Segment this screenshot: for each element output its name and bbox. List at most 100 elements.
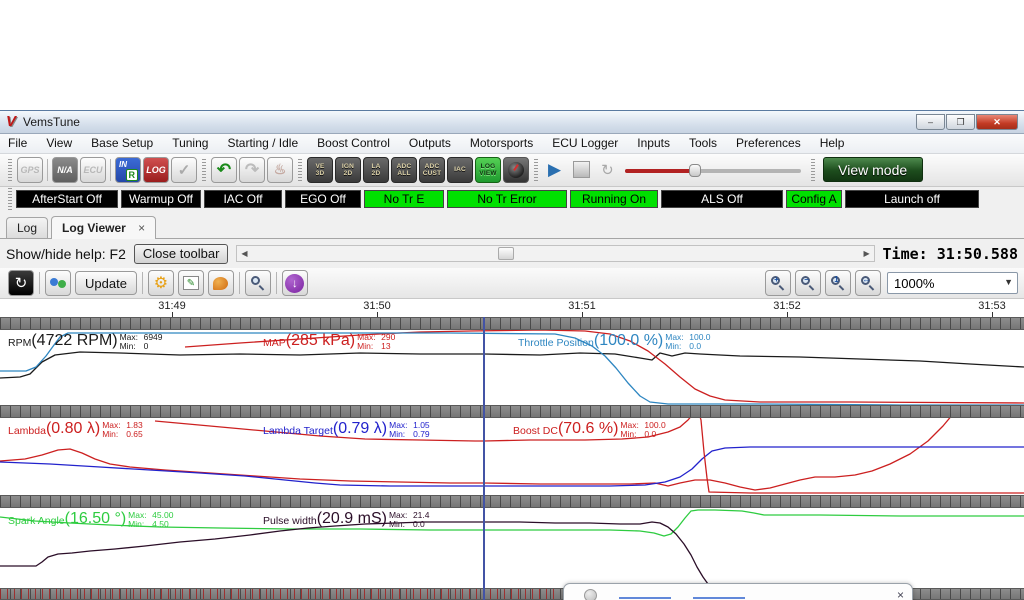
menu-item-preferences[interactable]: Preferences: [736, 136, 801, 150]
menu-item-tools[interactable]: Tools: [689, 136, 717, 150]
toolbar-button-adc-cust[interactable]: ADCCUST: [419, 157, 445, 183]
zoom-fit-button[interactable]: ↔: [855, 270, 881, 296]
toolbar-grip[interactable]: [298, 159, 302, 181]
zoom-out-button[interactable]: −: [795, 270, 821, 296]
toolbar-grip[interactable]: [8, 188, 12, 210]
status-launch-off: Launch off: [845, 190, 979, 208]
bottom-popup[interactable]: ×: [563, 583, 913, 600]
log-button[interactable]: LOG: [143, 157, 169, 183]
title-bar[interactable]: V VemsTune – ❐ ✕: [0, 111, 1024, 134]
chart-panels[interactable]: RPM(4722 RPM)Max:6949Min:0MAP(285 kPa)Ma…: [0, 317, 1024, 600]
loop-button[interactable]: ↻: [601, 161, 614, 179]
tab-log[interactable]: Log: [6, 217, 48, 238]
menu-item-motorsports[interactable]: Motorsports: [470, 136, 533, 150]
gauge-view-button[interactable]: [503, 157, 529, 183]
menu-item-file[interactable]: File: [8, 136, 27, 150]
toolbar-button-ve-3d[interactable]: VE3D: [307, 157, 333, 183]
na-button[interactable]: N/A: [52, 157, 78, 183]
tab-log-viewer[interactable]: Log Viewer ×: [51, 216, 156, 239]
panel2-traces: [0, 418, 1024, 495]
zoom-in-icon: +: [771, 276, 785, 290]
menu-item-help[interactable]: Help: [820, 136, 845, 150]
update-button[interactable]: Update: [75, 271, 137, 295]
menu-item-inputs[interactable]: Inputs: [637, 136, 670, 150]
time-tick-label: 31:50: [363, 300, 391, 312]
close-button[interactable]: ✕: [976, 114, 1018, 130]
popup-link-fragment: [693, 595, 745, 599]
status-no-tr-error: No Tr Error: [447, 190, 567, 208]
toolbar-button-iac[interactable]: IAC: [447, 157, 473, 183]
matrix-buttons: VE3DIGN2DLA2DADCALLADCCUSTIACLOGVIEW: [306, 157, 502, 183]
refresh-button[interactable]: ↻: [8, 270, 34, 296]
zoom-level-select[interactable]: 1000% ▼: [887, 272, 1018, 294]
share-button[interactable]: [45, 270, 71, 296]
vemstune-window: V VemsTune – ❐ ✕ File View Base Setup Tunin…: [0, 110, 1024, 600]
time-display: Time: 31:50.588: [883, 245, 1018, 263]
zoom-reset-button[interactable]: 1: [825, 270, 851, 296]
panel3-plot[interactable]: Spark Angle(16.50 °)Max:45.00Min:4.50Pul…: [0, 508, 1024, 588]
help-hint-text: Show/hide help: F2: [6, 246, 126, 262]
inr-r-label: R: [126, 169, 139, 181]
scrollbar-thumb[interactable]: [498, 247, 514, 260]
edit-channels-button[interactable]: ✎: [178, 270, 204, 296]
colors-button[interactable]: [208, 270, 234, 296]
close-toolbar-button[interactable]: Close toolbar: [134, 244, 229, 264]
validate-button[interactable]: ✓: [171, 157, 197, 183]
undo-button[interactable]: ↶: [211, 157, 237, 183]
toolbar-button-adc-all[interactable]: ADCALL: [391, 157, 417, 183]
log-scrollbar[interactable]: ◀ ▶: [236, 245, 874, 262]
menu-item-ecu-logger[interactable]: ECU Logger: [552, 136, 618, 150]
download-button[interactable]: ↓: [282, 270, 308, 296]
toolbar-grip[interactable]: [811, 159, 815, 181]
toolbar-button-log-view[interactable]: LOGVIEW: [475, 157, 501, 183]
toolbar-grip[interactable]: [8, 159, 12, 181]
panel3-ruler: [0, 495, 1024, 508]
menu-item-tuning[interactable]: Tuning: [172, 136, 208, 150]
menu-bar: File View Base Setup Tuning Starting / Idle B…: [0, 134, 1024, 154]
trace-lambda-target: [0, 447, 1024, 486]
tab-close-icon[interactable]: ×: [138, 221, 145, 235]
scroll-left-icon[interactable]: ◀: [237, 246, 251, 261]
gps-button[interactable]: GPS: [17, 157, 43, 183]
toolbar-grip[interactable]: [202, 159, 206, 181]
panel1-plot[interactable]: RPM(4722 RPM)Max:6949Min:0MAP(285 kPa)Ma…: [0, 330, 1024, 405]
maximize-button[interactable]: ❐: [946, 114, 975, 130]
settings-button[interactable]: ⚙: [148, 270, 174, 296]
ecu-button[interactable]: ECU: [80, 157, 106, 183]
menu-item-base-setup[interactable]: Base Setup: [91, 136, 153, 150]
panel2-plot[interactable]: Lambda(0.80 λ)Max:1.83Min:0.65Lambda Tar…: [0, 418, 1024, 495]
main-toolbar: GPS N/A ECU IN R LOG ✓ ↶ ↷ ♨ VE3DIGN2DLA…: [0, 154, 1024, 187]
slider-thumb[interactable]: [689, 164, 701, 177]
toolbar-button-la-2d[interactable]: LA2D: [363, 157, 389, 183]
toolbar-grip[interactable]: [534, 159, 538, 181]
scroll-right-icon[interactable]: ▶: [860, 246, 874, 261]
playback-cursor[interactable]: [483, 317, 485, 600]
status-ego-off: EGO Off: [285, 190, 361, 208]
toolbar-separator: [142, 272, 143, 294]
minimize-button[interactable]: –: [916, 114, 945, 130]
menu-item-starting-idle[interactable]: Starting / Idle: [227, 136, 298, 150]
playback-slider[interactable]: [625, 161, 801, 179]
help-bar: Show/hide help: F2 Close toolbar ◀ ▶ Tim…: [0, 239, 1024, 268]
menu-item-boost-control[interactable]: Boost Control: [317, 136, 390, 150]
popup-close-icon[interactable]: ×: [897, 589, 904, 600]
stop-button[interactable]: [573, 161, 590, 178]
menu-item-outputs[interactable]: Outputs: [409, 136, 451, 150]
time-tick-label: 31:53: [978, 300, 1006, 312]
zoom-out-icon: −: [801, 276, 815, 290]
gear-icon: ⚙: [154, 273, 168, 293]
burn-button[interactable]: ♨: [267, 157, 293, 183]
slider-fill: [625, 169, 695, 173]
input-replay-button[interactable]: IN R: [115, 157, 141, 183]
view-mode-button[interactable]: View mode: [823, 157, 923, 182]
trace-spark-angle: [0, 510, 1024, 536]
redo-button[interactable]: ↷: [239, 157, 265, 183]
play-button[interactable]: ▶: [548, 160, 561, 180]
popup-link-fragment: [619, 595, 671, 599]
zoom-in-button[interactable]: +: [765, 270, 791, 296]
menu-item-view[interactable]: View: [46, 136, 72, 150]
zoom-controls: + − 1 ↔ 1000% ▼: [763, 270, 1018, 296]
trace-lambda: [0, 418, 958, 490]
toolbar-button-ign-2d[interactable]: IGN2D: [335, 157, 361, 183]
search-button[interactable]: [245, 270, 271, 296]
